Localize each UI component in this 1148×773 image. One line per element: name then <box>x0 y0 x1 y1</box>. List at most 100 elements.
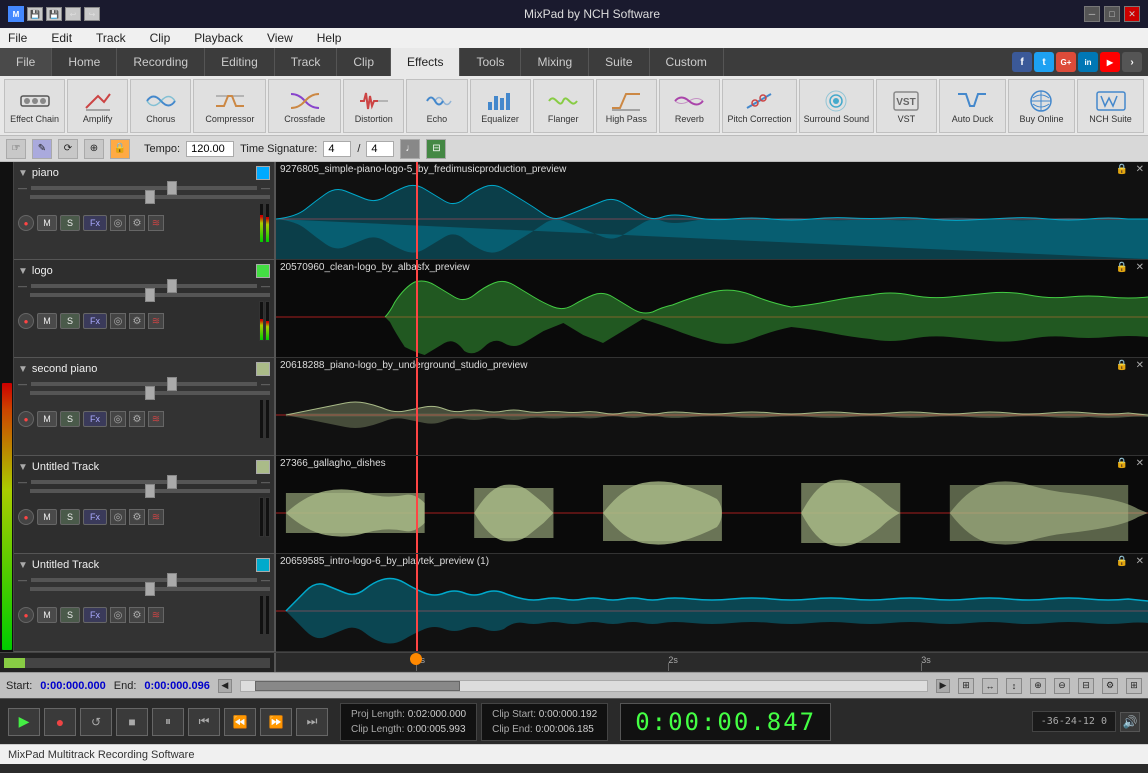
track-5-solo-btn[interactable]: S <box>60 607 80 623</box>
minimize-button[interactable]: ─ <box>1084 6 1100 22</box>
track-2-solo-btn[interactable]: S <box>60 313 80 329</box>
wave-3-close[interactable]: ✕ <box>1136 360 1144 371</box>
track-2-pan[interactable] <box>30 293 270 297</box>
track-2-arrow[interactable]: ▼ <box>18 266 28 277</box>
track-4-fader[interactable] <box>31 480 257 484</box>
track-5-fader[interactable] <box>31 578 257 582</box>
zoom-out-v[interactable]: ⊖ <box>1054 678 1070 694</box>
loop-button[interactable]: ↺ <box>80 708 112 736</box>
menu-track[interactable]: Track <box>92 31 130 45</box>
tab-file[interactable]: File <box>0 48 52 76</box>
tool-amplify[interactable]: Amplify <box>67 79 128 133</box>
track-1-pan[interactable] <box>30 195 270 199</box>
social-yt[interactable]: ▶ <box>1100 52 1120 72</box>
track-3-eq-btn[interactable]: ≋ <box>148 411 164 427</box>
track-5-pan[interactable] <box>30 587 270 591</box>
tool-surround-sound[interactable]: Surround Sound <box>799 79 874 133</box>
pause-button[interactable]: ⏸ <box>152 708 184 736</box>
track-2-mute-btn[interactable]: M <box>37 313 57 329</box>
split-view-btn[interactable]: ⊞ <box>1126 678 1142 694</box>
track-2-fx-btn[interactable]: Fx <box>83 313 107 329</box>
tab-custom[interactable]: Custom <box>650 48 724 76</box>
tool-distortion[interactable]: Distortion <box>343 79 404 133</box>
tool-reverb[interactable]: Reverb <box>659 79 720 133</box>
menu-view[interactable]: View <box>263 31 297 45</box>
metronome-btn[interactable]: ♩ <box>400 139 420 159</box>
tool-auto-duck[interactable]: Auto Duck <box>939 79 1006 133</box>
skip-fwd-button[interactable]: ⏭ <box>296 708 328 736</box>
track-1-mute-btn[interactable]: M <box>37 215 57 231</box>
tool-buy-online[interactable]: Buy Online <box>1008 79 1075 133</box>
social-li[interactable]: in <box>1078 52 1098 72</box>
track-3-arrow[interactable]: ▼ <box>18 364 28 375</box>
grid-btn[interactable]: ⊟ <box>1078 678 1094 694</box>
track-5-eq-btn[interactable]: ≋ <box>148 607 164 623</box>
wave-track-2[interactable]: 20570960_clean-logo_by_albasfx_preview 🔒… <box>276 260 1148 358</box>
track-1-settings-btn[interactable]: ⚙ <box>129 215 145 231</box>
track-3-mute-btn[interactable]: M <box>37 411 57 427</box>
toolbar-save[interactable]: 💾 <box>27 7 43 21</box>
opt-meta-btn[interactable]: ⊕ <box>84 139 104 159</box>
track-2-settings-btn[interactable]: ⚙ <box>129 313 145 329</box>
opt-cursor2-btn[interactable]: ✎ <box>32 139 52 159</box>
h-scroll-left[interactable]: ◀ <box>218 679 232 693</box>
social-more[interactable]: › <box>1122 52 1142 72</box>
h-scroll-thumb[interactable] <box>255 681 461 691</box>
wave-2-close[interactable]: ✕ <box>1136 262 1144 273</box>
track-1-record-btn[interactable]: ● <box>18 215 34 231</box>
track-3-settings-btn[interactable]: ⚙ <box>129 411 145 427</box>
track-1-fader[interactable] <box>31 186 257 190</box>
track-4-eq-btn[interactable]: ≋ <box>148 509 164 525</box>
tool-chorus[interactable]: Chorus <box>130 79 191 133</box>
wave-track-5[interactable]: 20659585_intro-logo-6_by_playtek_preview… <box>276 554 1148 652</box>
track-1-fader-thumb[interactable] <box>167 181 177 195</box>
social-fb[interactable]: f <box>1012 52 1032 72</box>
tab-editing[interactable]: Editing <box>205 48 275 76</box>
maximize-button[interactable]: □ <box>1104 6 1120 22</box>
time-sig-num-input[interactable] <box>323 141 351 157</box>
volume-btn[interactable]: 🔊 <box>1120 712 1140 732</box>
snap-btn[interactable]: ⊟ <box>426 139 446 159</box>
track-4-pan[interactable] <box>30 489 270 493</box>
fast-forward-button[interactable]: ⏩ <box>260 708 292 736</box>
wave-track-1[interactable]: 9276805_simple-piano-logo-5_by_fredimusi… <box>276 162 1148 260</box>
menu-help[interactable]: Help <box>313 31 346 45</box>
wave-5-close[interactable]: ✕ <box>1136 556 1144 567</box>
rewind-button[interactable]: ⏪ <box>224 708 256 736</box>
tool-high-pass[interactable]: High Pass <box>596 79 657 133</box>
track-3-pan2-btn[interactable]: ◎ <box>110 411 126 427</box>
toolbar-undo[interactable]: ↩ <box>65 7 81 21</box>
track-3-record-btn[interactable]: ● <box>18 411 34 427</box>
track-1-fx-btn[interactable]: Fx <box>83 215 107 231</box>
tab-tools[interactable]: Tools <box>460 48 521 76</box>
close-button[interactable]: ✕ <box>1124 6 1140 22</box>
track-4-settings-btn[interactable]: ⚙ <box>129 509 145 525</box>
track-5-fx-btn[interactable]: Fx <box>83 607 107 623</box>
track-3-solo-btn[interactable]: S <box>60 411 80 427</box>
tab-mixing[interactable]: Mixing <box>521 48 589 76</box>
track-2-fader[interactable] <box>31 284 257 288</box>
h-scroll-track[interactable] <box>240 680 928 692</box>
menu-clip[interactable]: Clip <box>146 31 175 45</box>
track-2-eq-btn[interactable]: ≋ <box>148 313 164 329</box>
track-5-mute-btn[interactable]: M <box>37 607 57 623</box>
ruler-timeline[interactable]: 1s 2s 3s <box>276 653 1148 672</box>
time-sig-den-input[interactable] <box>366 141 394 157</box>
tab-suite[interactable]: Suite <box>589 48 649 76</box>
tool-pitch-correction[interactable]: Pitch Correction <box>722 79 797 133</box>
zoom-in-v[interactable]: ⊕ <box>1030 678 1046 694</box>
tab-recording[interactable]: Recording <box>117 48 205 76</box>
track-3-fx-btn[interactable]: Fx <box>83 411 107 427</box>
play-button[interactable]: ▶ <box>8 708 40 736</box>
opt-cursor-btn[interactable]: ☞ <box>6 139 26 159</box>
toolbar-save2[interactable]: 💾 <box>46 7 62 21</box>
zoom-out-h[interactable]: ↕ <box>1006 678 1022 694</box>
track-5-arrow[interactable]: ▼ <box>18 560 28 571</box>
h-scroll-right[interactable]: ▶ <box>936 679 950 693</box>
opt-lock-btn[interactable]: 🔒 <box>110 139 130 159</box>
zoom-in-h[interactable]: ↔ <box>982 678 998 694</box>
tool-flanger[interactable]: Flanger <box>533 79 594 133</box>
track-1-solo-btn[interactable]: S <box>60 215 80 231</box>
social-tw[interactable]: t <box>1034 52 1054 72</box>
track-2-pan2-btn[interactable]: ◎ <box>110 313 126 329</box>
